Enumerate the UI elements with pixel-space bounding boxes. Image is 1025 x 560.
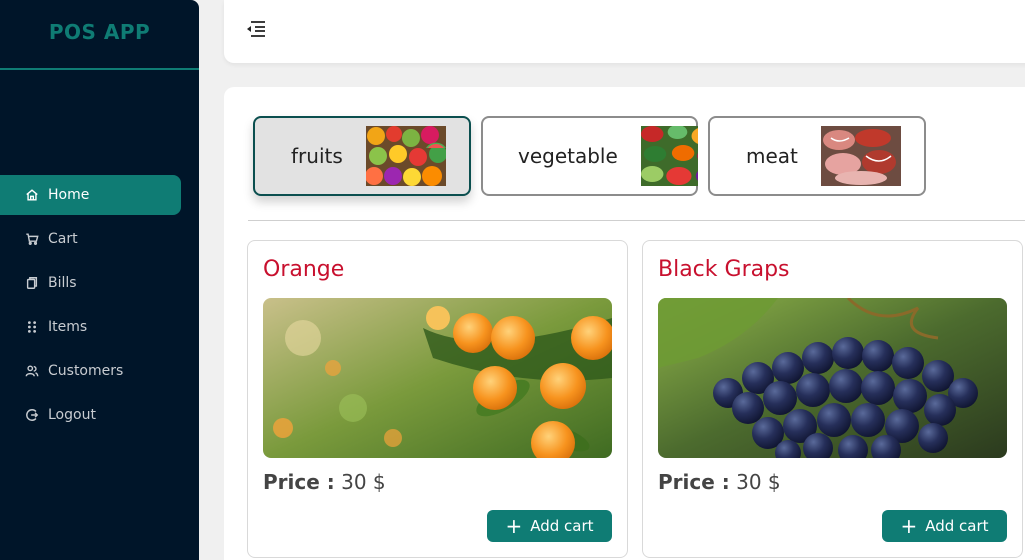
sidebar-item-label: Bills	[48, 275, 77, 291]
add-cart-label: Add cart	[925, 517, 989, 535]
sidebar-item-label: Logout	[48, 407, 96, 423]
users-icon	[24, 363, 40, 379]
sidebar-item-bills[interactable]: Bills	[0, 263, 181, 303]
price-label: Price :	[658, 470, 730, 494]
sidebar-item-label: Cart	[48, 231, 78, 247]
plus-icon: +	[900, 514, 918, 538]
copy-icon	[24, 275, 40, 291]
price-label: Price :	[263, 470, 335, 494]
price-value: 30 $	[341, 470, 386, 494]
sidebar-item-home[interactable]: Home	[0, 175, 181, 215]
price-value: 30 $	[736, 470, 781, 494]
vegetable-image	[641, 126, 698, 186]
grid-icon	[24, 319, 40, 335]
sidebar: POS APP Home Cart Bills Items Customers …	[0, 0, 199, 560]
top-header	[224, 0, 1025, 63]
category-label: fruits	[291, 144, 343, 168]
divider	[248, 220, 1025, 221]
plus-icon: +	[505, 514, 523, 538]
category-vegetable[interactable]: vegetable	[481, 116, 698, 196]
sidebar-item-label: Items	[48, 319, 88, 335]
sidebar-item-logout[interactable]: Logout	[0, 395, 181, 435]
product-price: Price : 30 $	[658, 470, 781, 494]
product-title: Orange	[263, 257, 345, 282]
sidebar-item-customers[interactable]: Customers	[0, 351, 181, 391]
category-fruits[interactable]: fruits	[253, 116, 471, 196]
sidebar-item-items[interactable]: Items	[0, 307, 181, 347]
add-cart-button[interactable]: + Add cart	[882, 510, 1007, 542]
sidebar-item-cart[interactable]: Cart	[0, 219, 181, 259]
product-price: Price : 30 $	[263, 470, 386, 494]
fruits-image	[366, 126, 446, 186]
meat-image	[821, 126, 901, 186]
app-logo: POS APP	[0, 0, 199, 70]
logout-icon	[24, 407, 40, 423]
product-card: Orange Price: 30 $ + Add cart	[247, 240, 628, 558]
sidebar-item-label: Customers	[48, 363, 124, 379]
product-title: Black Graps	[658, 257, 790, 282]
category-label: vegetable	[518, 144, 618, 168]
category-label: meat	[746, 144, 798, 168]
product-card: Black Graps Price: 30 $ + Add cart	[642, 240, 1023, 558]
menu-fold-icon[interactable]	[246, 20, 266, 38]
product-image	[658, 298, 1007, 458]
main-content: fruits vegetable meat Orange Price: 30 …	[224, 87, 1025, 560]
home-icon	[24, 187, 40, 203]
cart-icon	[24, 231, 40, 247]
sidebar-item-label: Home	[48, 187, 90, 203]
sidebar-menu: Home Cart Bills Items Customers Logout	[0, 175, 199, 439]
category-meat[interactable]: meat	[708, 116, 926, 196]
product-image	[263, 298, 612, 458]
add-cart-button[interactable]: + Add cart	[487, 510, 612, 542]
add-cart-label: Add cart	[530, 517, 594, 535]
